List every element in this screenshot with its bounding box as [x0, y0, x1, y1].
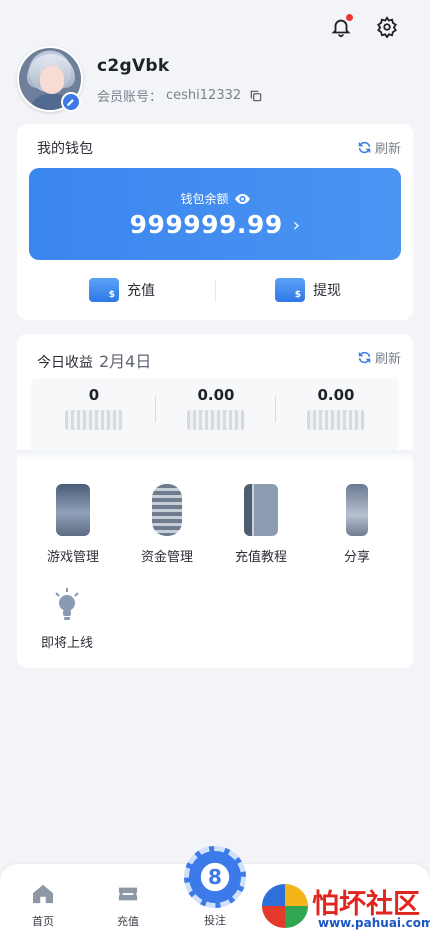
edit-avatar-icon[interactable] — [61, 92, 81, 112]
settings-gear-icon[interactable] — [376, 16, 398, 39]
stat-divider — [155, 396, 156, 422]
home-icon — [33, 884, 53, 904]
nav-recharge-label: 充值 — [117, 915, 139, 928]
withdraw-label: 提现 — [313, 283, 341, 299]
username: c2gVbk — [97, 56, 170, 76]
menu-item-label: 充值教程 — [234, 550, 287, 565]
fund-manage-icon — [152, 484, 182, 536]
earnings-header: 今日收益 2月4日 刷新 — [29, 348, 401, 371]
nav-recharge[interactable]: 充值 — [98, 884, 158, 929]
menu-item-label: 游戏管理 — [46, 550, 99, 565]
recharge-label: 充值 — [127, 283, 155, 299]
refresh-label: 刷新 — [374, 352, 401, 367]
stat-label-blurred — [187, 410, 245, 430]
earnings-date: 2月4日 — [99, 352, 152, 371]
game-manage-icon — [56, 484, 90, 536]
nav-home[interactable]: 首页 — [13, 884, 73, 929]
menu-item-label: 资金管理 — [140, 550, 193, 565]
earnings-stats: 0 0.00 0.00 — [31, 378, 399, 450]
bet-chip-icon: 8 — [208, 865, 222, 889]
withdraw-card-icon — [275, 278, 305, 302]
wallet-card: 我的钱包 刷新 钱包余额 999999.99 › 充值 提现 — [17, 124, 413, 320]
menu-item-share[interactable]: 分享 — [307, 484, 407, 565]
watermark: 怕坏社区 www.pahuai.com — [262, 880, 430, 932]
stat-value: 0.00 — [197, 386, 235, 404]
balance-value: 999999.99 — [129, 210, 283, 239]
menu-item-fund-manage[interactable]: 资金管理 — [117, 484, 217, 565]
wallet-header: 我的钱包 刷新 — [29, 138, 401, 158]
recharge-button[interactable]: 充值 — [89, 278, 155, 302]
nav-bet-label: 投注 — [204, 914, 226, 927]
menu-item-tutorial[interactable]: 充值教程 — [211, 484, 311, 565]
section-separator — [17, 450, 413, 460]
stat-value: 0 — [88, 386, 100, 404]
menu-item-label: 分享 — [343, 550, 370, 565]
stat-value: 0.00 — [317, 386, 355, 404]
wallet-title: 我的钱包 — [29, 141, 93, 157]
earnings-title: 今日收益 — [29, 355, 93, 371]
nav-home-label: 首页 — [32, 915, 54, 928]
balance-value-row: 999999.99 › — [29, 210, 401, 239]
stat-item: 0 — [39, 386, 149, 430]
chevron-right-icon: › — [292, 215, 301, 236]
stat-item: 0.00 — [281, 386, 391, 430]
stat-divider — [275, 396, 276, 422]
withdraw-button[interactable]: 提现 — [275, 278, 341, 302]
profile-section: c2gVbk 会员账号： ceshi12332 — [17, 46, 417, 116]
account-info: 会员账号： ceshi12332 — [97, 86, 263, 105]
notification-bell-icon[interactable] — [330, 14, 353, 38]
stat-label-blurred — [307, 410, 365, 430]
wallet-actions: 充值 提现 — [17, 272, 413, 312]
earnings-card: 今日收益 2月4日 刷新 0 0.00 0.00 游戏管理 资金管理 充值教程 … — [17, 334, 413, 668]
recharge-nav-icon — [118, 887, 138, 901]
eye-icon[interactable] — [234, 193, 250, 205]
menu-item-label: 即将上线 — [40, 636, 93, 651]
watermark-logo-icon — [262, 884, 308, 928]
watermark-url: www.pahuai.com — [318, 916, 430, 930]
wallet-refresh-button[interactable]: 刷新 — [357, 138, 401, 157]
menu-item-game-manage[interactable]: 游戏管理 — [23, 484, 123, 565]
notification-dot — [346, 14, 353, 21]
action-divider — [215, 280, 216, 302]
lightbulb-icon — [52, 588, 82, 622]
top-bar — [0, 0, 430, 50]
balance-panel[interactable]: 钱包余额 999999.99 › — [29, 168, 401, 260]
account-value: ceshi12332 — [166, 88, 242, 103]
stat-label-blurred — [65, 410, 123, 430]
earnings-refresh-button[interactable]: 刷新 — [357, 348, 401, 367]
share-icon — [346, 484, 368, 536]
tutorial-icon — [244, 484, 278, 536]
balance-label-row: 钱包余额 — [29, 190, 401, 207]
recharge-card-icon — [89, 278, 119, 302]
stat-item: 0.00 — [161, 386, 271, 430]
menu-item-coming-soon[interactable]: 即将上线 — [17, 588, 117, 651]
balance-label: 钱包余额 — [180, 192, 229, 206]
copy-icon[interactable] — [249, 89, 263, 103]
nav-bet-button[interactable]: 8 — [184, 846, 246, 908]
refresh-icon — [358, 141, 371, 154]
refresh-icon — [358, 351, 371, 364]
refresh-label: 刷新 — [374, 142, 401, 157]
account-label: 会员账号： — [97, 90, 163, 105]
